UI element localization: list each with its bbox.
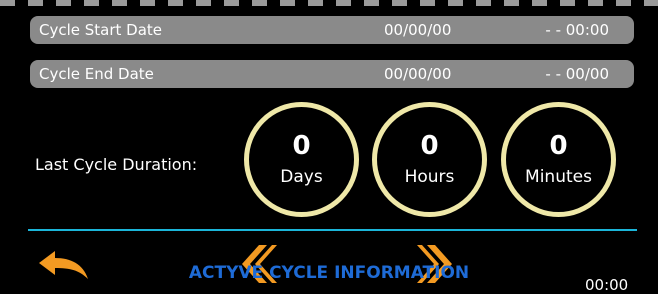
page-title: ACTYVE CYCLE INFORMATION — [188, 263, 470, 283]
hours-value: 0 — [420, 130, 439, 161]
hours-circle: 0 Hours — [372, 102, 487, 217]
minutes-circle: 0 Minutes — [501, 102, 616, 217]
days-unit: Days — [280, 166, 323, 187]
clock-time: 00:00 — [585, 276, 629, 294]
days-value: 0 — [292, 130, 311, 161]
cycle-end-label: Cycle End Date — [39, 65, 154, 83]
minutes-value: 0 — [549, 130, 568, 161]
top-dashed-border — [0, 0, 658, 6]
cycle-end-row: Cycle End Date 00/00/00 - - 00/00 — [30, 60, 634, 88]
last-cycle-duration-label: Last Cycle Duration: — [35, 155, 198, 174]
cycle-start-date: 00/00/00 — [384, 21, 452, 39]
hours-unit: Hours — [404, 166, 455, 187]
minutes-unit: Minutes — [525, 166, 592, 187]
cycle-start-label: Cycle Start Date — [39, 21, 163, 39]
days-circle: 0 Days — [244, 102, 359, 217]
cycle-start-time: - - 00:00 — [545, 21, 609, 39]
cycle-end-time: - - 00/00 — [545, 65, 609, 83]
divider-line — [28, 229, 637, 231]
cycle-start-row: Cycle Start Date 00/00/00 - - 00:00 — [30, 16, 634, 44]
cycle-end-date: 00/00/00 — [384, 65, 452, 83]
